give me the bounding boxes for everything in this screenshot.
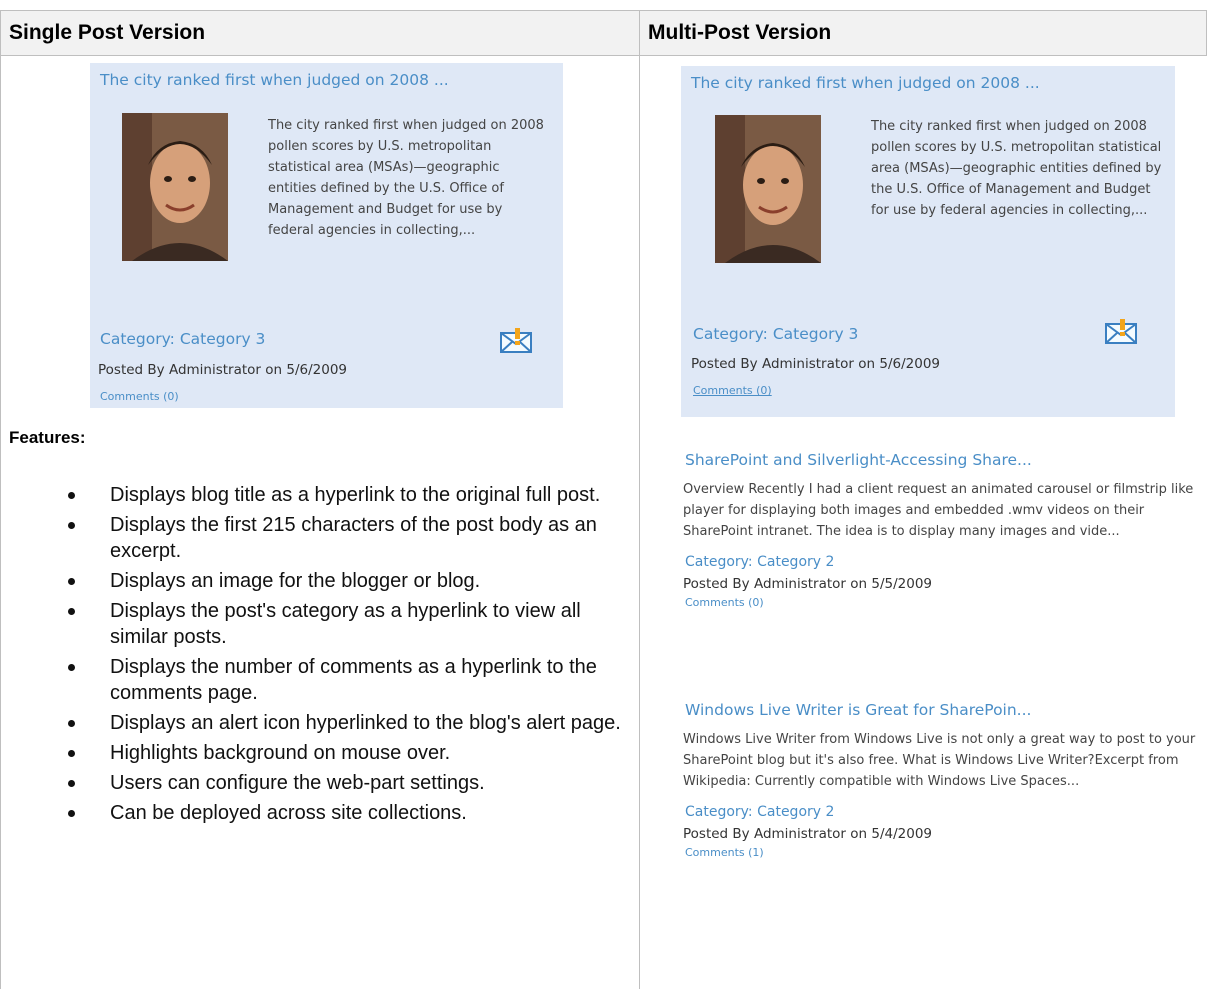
post-list-item[interactable]: Windows Live Writer is Great for SharePo… xyxy=(683,701,1205,859)
category-link[interactable]: Category: Category 3 xyxy=(100,330,265,348)
featured-post-card-single[interactable]: The city ranked first when judged on 200… xyxy=(90,63,563,408)
post-excerpt: Overview Recently I had a client request… xyxy=(683,482,1194,539)
post-excerpt: Windows Live Writer from Windows Live is… xyxy=(683,732,1196,789)
bullet-icon xyxy=(68,492,75,499)
category-link[interactable]: Category: Category 2 xyxy=(685,804,1205,820)
table-border-header xyxy=(0,55,1207,56)
posted-by-text: Posted By Administrator on 5/6/2009 xyxy=(691,356,941,372)
feature-item: Highlights background on mouse over. xyxy=(62,740,642,766)
bullet-icon xyxy=(68,810,75,817)
featured-post-card-multi[interactable]: The city ranked first when judged on 200… xyxy=(681,66,1175,417)
post-title-link[interactable]: Windows Live Writer is Great for SharePo… xyxy=(685,701,1205,719)
feature-item: Displays the post's category as a hyperl… xyxy=(62,598,642,650)
posted-by-text: Posted By Administrator on 5/4/2009 xyxy=(683,826,933,842)
post-title-link[interactable]: The city ranked first when judged on 200… xyxy=(691,74,1040,92)
category-link[interactable]: Category: Category 2 xyxy=(685,554,1205,570)
feature-item: Users can configure the web-part setting… xyxy=(62,770,642,796)
comments-link[interactable]: Comments (0) xyxy=(685,596,1205,609)
comments-link[interactable]: Comments (0) xyxy=(100,390,179,403)
header-single-post: Single Post Version xyxy=(1,11,639,55)
bullet-icon xyxy=(68,578,75,585)
comments-link[interactable]: Comments (0) xyxy=(693,384,772,397)
bullet-icon xyxy=(68,664,75,671)
post-list-item[interactable]: SharePoint and Silverlight-Accessing Sha… xyxy=(683,451,1205,609)
feature-item: Displays the first 215 characters of the… xyxy=(62,512,642,564)
feature-item: Displays an image for the blogger or blo… xyxy=(62,568,642,594)
post-title-link[interactable]: SharePoint and Silverlight-Accessing Sha… xyxy=(685,451,1205,469)
feature-item: Displays the number of comments as a hyp… xyxy=(62,654,642,706)
bullet-icon xyxy=(68,720,75,727)
posted-by-text: Posted By Administrator on 5/5/2009 xyxy=(683,576,933,592)
blogger-photo xyxy=(715,115,821,263)
blogger-portrait-image xyxy=(715,115,821,263)
header-multi-post: Multi-Post Version xyxy=(640,11,1206,55)
blogger-portrait-image xyxy=(122,113,228,261)
bullet-icon xyxy=(68,750,75,757)
alert-email-icon[interactable] xyxy=(1105,319,1139,345)
feature-item: Can be deployed across site collections. xyxy=(62,800,642,826)
bullet-icon xyxy=(68,780,75,787)
post-excerpt: The city ranked first when judged on 200… xyxy=(871,119,1162,218)
alert-email-icon[interactable] xyxy=(500,328,534,354)
post-excerpt: The city ranked first when judged on 200… xyxy=(268,118,544,238)
bullet-icon xyxy=(68,608,75,615)
features-list: Displays blog title as a hyperlink to th… xyxy=(62,482,642,830)
bullet-icon xyxy=(68,522,75,529)
posted-by-text: Posted By Administrator on 5/6/2009 xyxy=(98,362,348,378)
post-title-link[interactable]: The city ranked first when judged on 200… xyxy=(100,71,449,89)
features-label: Features: xyxy=(9,428,86,447)
feature-item: Displays blog title as a hyperlink to th… xyxy=(62,482,642,508)
blogger-photo xyxy=(122,113,228,261)
feature-item: Displays an alert icon hyperlinked to th… xyxy=(62,710,642,736)
comments-link[interactable]: Comments (1) xyxy=(685,846,1205,859)
category-link[interactable]: Category: Category 3 xyxy=(693,325,858,343)
table-border-left xyxy=(0,10,1,989)
